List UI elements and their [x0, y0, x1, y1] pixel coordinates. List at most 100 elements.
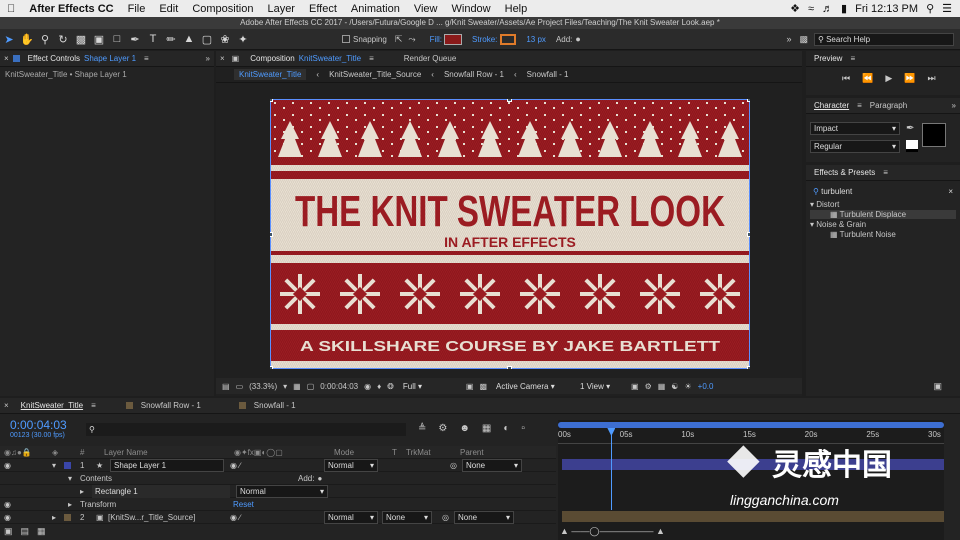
layer-row-2[interactable]: ◉ ▸ 2 ▣ [KnitSw...r_Title_Source] ◉ ∕ No…: [0, 510, 556, 524]
apple-icon[interactable]: : [0, 3, 22, 15]
menu-view[interactable]: View: [407, 3, 445, 15]
flow-item-1[interactable]: KnitSweater_Title: [234, 69, 307, 80]
composition-viewer[interactable]: THE KNIT SWEATER LOOK IN AFTER EFFECTS A…: [270, 99, 750, 369]
expand-icon[interactable]: »: [206, 54, 214, 63]
fit-icon[interactable]: ▾: [283, 382, 287, 391]
shy-icon[interactable]: ☻: [459, 423, 470, 434]
motion-blur-icon[interactable]: ◐: [503, 423, 509, 434]
work-area-bar[interactable]: [558, 422, 944, 428]
rotate-tool-icon[interactable]: ↻: [54, 30, 72, 48]
zoom-level[interactable]: (33.3%): [249, 382, 277, 391]
eraser-tool-icon[interactable]: ▢: [198, 30, 216, 48]
search-help-field[interactable]: ⚲ Search Help: [814, 32, 954, 46]
color-white-swatch[interactable]: [906, 140, 918, 152]
volume-icon[interactable]: ♬: [822, 3, 833, 15]
layer-label-color[interactable]: [64, 513, 71, 521]
panel-menu-icon[interactable]: ≡: [369, 54, 374, 63]
snapping-toggle[interactable]: Snapping: [342, 35, 387, 44]
expand-icon[interactable]: »: [952, 101, 960, 110]
fill-color-swatch[interactable]: [922, 123, 946, 147]
close-icon[interactable]: ×: [0, 401, 13, 410]
zoom-tool-icon[interactable]: ⚲: [36, 30, 54, 48]
dropbox-icon[interactable]: ❖: [790, 2, 800, 15]
color-channel-icon[interactable]: ❂: [387, 382, 394, 391]
layer-name[interactable]: [KnitSw...r_Title_Source]: [108, 513, 224, 522]
zoom-slider[interactable]: ▲ ——◯—————— ▲: [560, 526, 665, 537]
col-layer-name[interactable]: Layer Name: [104, 448, 234, 457]
timeline-search-field[interactable]: ⚲: [86, 423, 406, 436]
panel-menu-icon[interactable]: ≡: [883, 168, 888, 177]
views-select[interactable]: 1 View ▾: [577, 379, 625, 393]
show-snapshot-icon[interactable]: ♦: [377, 382, 381, 391]
eyedropper-icon[interactable]: ✒: [906, 123, 914, 134]
tab-composition[interactable]: Composition KnitSweater_Title: [242, 54, 369, 63]
tab-effect-controls[interactable]: Effect Controls Shape Layer 1: [20, 54, 144, 63]
layer-switches[interactable]: ◉ ∕: [224, 513, 324, 522]
modes-toggle-icon[interactable]: ▤: [21, 526, 30, 537]
tab-timeline-main[interactable]: KnitSweater_Title: [13, 401, 91, 410]
fast-preview-icon[interactable]: ⚙: [645, 382, 652, 391]
bounding-handle[interactable]: [507, 99, 512, 102]
roto-brush-tool-icon[interactable]: ❀: [216, 30, 234, 48]
tab-render-queue[interactable]: Render Queue: [396, 54, 464, 63]
always-preview-icon[interactable]: ▤: [222, 382, 230, 391]
wifi-icon[interactable]: ≈: [808, 3, 814, 15]
search-icon[interactable]: ⚲: [926, 2, 934, 15]
selection-tool-icon[interactable]: ➤: [0, 30, 18, 48]
pickwhip-icon[interactable]: ◎: [450, 461, 458, 470]
bounding-handle[interactable]: [507, 366, 512, 369]
panel-menu-icon[interactable]: ≡: [91, 401, 96, 410]
menu-file[interactable]: File: [121, 3, 153, 15]
expand-icon[interactable]: ▾: [68, 474, 80, 483]
graph-editor-icon[interactable]: ▫: [521, 423, 525, 434]
hand-tool-icon[interactable]: ✋: [18, 30, 36, 48]
layer-parent-select[interactable]: None ▾: [462, 458, 522, 472]
pan-behind-tool-icon[interactable]: ▣: [90, 30, 108, 48]
visibility-icon[interactable]: ◉: [0, 461, 52, 470]
rectangle-tool-icon[interactable]: □: [108, 30, 126, 48]
layer-row-1[interactable]: ◉ ▾ 1 ★ Shape Layer 1 ◉ ∕ Normal ▾ ◎ None…: [0, 458, 556, 472]
stroke-width-value[interactable]: 13 px: [526, 35, 546, 44]
add-icon[interactable]: ●: [317, 474, 322, 483]
effect-turbulent-noise[interactable]: ▦ Turbulent Noise: [810, 230, 956, 239]
menu-layer[interactable]: Layer: [260, 3, 302, 15]
bounding-handle[interactable]: [747, 232, 750, 237]
bounding-handle[interactable]: [270, 232, 273, 237]
menu-effect[interactable]: Effect: [302, 3, 344, 15]
transform-row[interactable]: ◉ ▸ Transform Reset: [0, 498, 556, 511]
layer-mode-select[interactable]: Normal ▾: [324, 510, 378, 524]
next-frame-icon[interactable]: ⏩: [904, 73, 915, 84]
tab-character[interactable]: Character: [806, 101, 857, 110]
region-icon[interactable]: ▢: [307, 382, 315, 391]
add-shape-icon[interactable]: ●: [575, 34, 580, 44]
layer-switches-toggle-icon[interactable]: ▣: [4, 526, 13, 537]
resolution-select[interactable]: Full ▾: [399, 379, 460, 393]
brush-tool-icon[interactable]: ✏: [162, 30, 180, 48]
menu-edit[interactable]: Edit: [152, 3, 185, 15]
exposure-icon[interactable]: ☀: [684, 382, 691, 391]
prev-frame-icon[interactable]: ⏪: [862, 73, 873, 84]
type-tool-icon[interactable]: T: [144, 30, 162, 48]
clone-stamp-tool-icon[interactable]: ▲: [180, 30, 198, 48]
fill-swatch[interactable]: [444, 33, 463, 45]
list-icon[interactable]: ☰: [942, 2, 952, 15]
last-frame-icon[interactable]: ⏭: [927, 73, 935, 84]
transparency-grid-icon[interactable]: ▩: [479, 382, 487, 391]
contents-row[interactable]: ▾ Contents Add: ●: [0, 472, 556, 485]
camera-tool-icon[interactable]: ▩: [72, 30, 90, 48]
expand-icon[interactable]: »: [786, 34, 791, 44]
menu-animation[interactable]: Animation: [344, 3, 407, 15]
flow-item-2[interactable]: KnitSweater_Title_Source: [329, 70, 421, 79]
effects-group-noise[interactable]: ▾ Noise & Grain: [810, 220, 956, 229]
tab-paragraph[interactable]: Paragraph: [862, 101, 915, 110]
workspace-icon[interactable]: ▩: [799, 34, 808, 45]
expand-icon[interactable]: ▸: [68, 500, 80, 509]
rectangle-label[interactable]: Rectangle 1: [92, 484, 230, 498]
toggle-pixel-icon[interactable]: ▣: [631, 382, 639, 391]
menu-app[interactable]: After Effects CC: [22, 3, 120, 15]
frame-blending-icon[interactable]: ▦: [482, 423, 491, 434]
clear-search-icon[interactable]: ×: [948, 187, 953, 196]
new-folder-icon[interactable]: ▣: [933, 381, 942, 392]
monitor-icon[interactable]: ▭: [236, 382, 244, 391]
panel-menu-icon[interactable]: ≡: [144, 54, 149, 63]
